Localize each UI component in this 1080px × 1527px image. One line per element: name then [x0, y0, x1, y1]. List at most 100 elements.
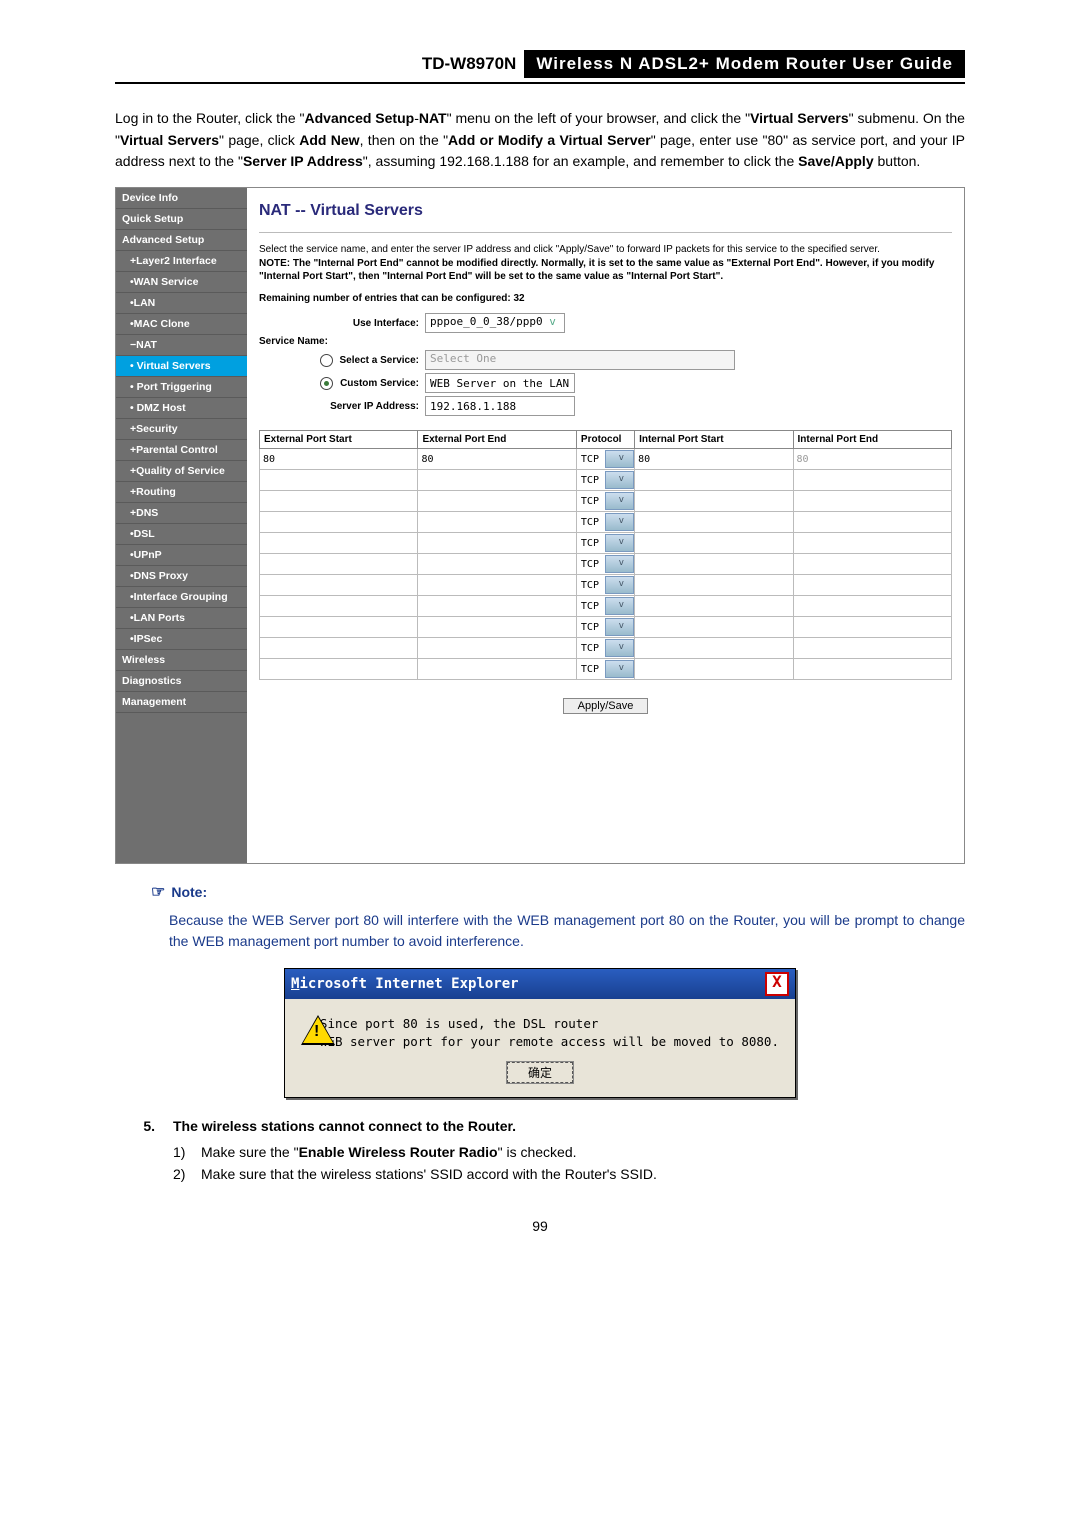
sidebar-item[interactable]: Advanced Setup	[116, 230, 247, 251]
port-input[interactable]	[260, 639, 417, 657]
port-input[interactable]	[635, 639, 792, 657]
server-ip-label: Server IP Address:	[259, 401, 425, 412]
custom-service-input[interactable]	[425, 373, 575, 393]
select-service-dropdown[interactable]: Select One	[425, 350, 735, 370]
sidebar-item[interactable]: •LAN Ports	[116, 608, 247, 629]
protocol-select[interactable]: TCPv	[577, 638, 634, 658]
sidebar-item[interactable]: •MAC Clone	[116, 314, 247, 335]
port-input[interactable]	[260, 534, 417, 552]
port-input[interactable]	[260, 492, 417, 510]
port-input[interactable]	[635, 660, 792, 678]
port-input[interactable]	[794, 534, 951, 552]
sidebar-item[interactable]: Management	[116, 692, 247, 713]
port-input[interactable]	[635, 576, 792, 594]
sidebar-item[interactable]: •LAN	[116, 293, 247, 314]
port-input[interactable]	[794, 660, 951, 678]
chevron-down-icon: v	[605, 492, 635, 510]
sidebar-item[interactable]: +Security	[116, 419, 247, 440]
port-input[interactable]	[260, 513, 417, 531]
sidebar-item[interactable]: •UPnP	[116, 545, 247, 566]
port-input[interactable]	[418, 618, 575, 636]
port-input[interactable]	[418, 513, 575, 531]
sidebar-item[interactable]: +Layer2 Interface	[116, 251, 247, 272]
port-input[interactable]	[635, 492, 792, 510]
protocol-select[interactable]: TCPv	[577, 659, 634, 679]
port-input[interactable]	[794, 471, 951, 489]
sidebar-item[interactable]: Device Info	[116, 188, 247, 209]
sidebar-item[interactable]: •Interface Grouping	[116, 587, 247, 608]
server-ip-input[interactable]	[425, 396, 575, 416]
port-input[interactable]	[635, 597, 792, 615]
port-input[interactable]	[794, 492, 951, 510]
apply-save-button[interactable]: Apply/Save	[563, 698, 649, 714]
sidebar-item[interactable]: • DMZ Host	[116, 398, 247, 419]
port-input[interactable]	[635, 534, 792, 552]
port-input[interactable]	[260, 555, 417, 573]
port-input[interactable]	[794, 555, 951, 573]
chevron-down-icon: v	[605, 471, 635, 489]
panel-title: NAT -- Virtual Servers	[259, 202, 952, 220]
port-input[interactable]	[418, 639, 575, 657]
port-input[interactable]	[418, 492, 575, 510]
protocol-select[interactable]: TCPv	[577, 470, 634, 490]
port-input[interactable]	[635, 618, 792, 636]
custom-service-radio[interactable]	[320, 377, 333, 390]
protocol-select[interactable]: TCPv	[577, 491, 634, 511]
protocol-select[interactable]: TCPv	[577, 575, 634, 595]
port-input[interactable]	[635, 555, 792, 573]
chevron-down-icon: v	[605, 639, 635, 657]
port-input[interactable]	[794, 513, 951, 531]
warning-icon: !	[301, 1015, 306, 1045]
sidebar-item[interactable]: −NAT	[116, 335, 247, 356]
table-header: Internal Port Start	[635, 431, 793, 449]
port-input[interactable]	[794, 597, 951, 615]
port-input[interactable]	[635, 513, 792, 531]
sidebar-item[interactable]: +Quality of Service	[116, 461, 247, 482]
sidebar-item[interactable]: +Parental Control	[116, 440, 247, 461]
protocol-select[interactable]: TCPv	[577, 617, 634, 637]
port-input[interactable]	[260, 660, 417, 678]
sidebar-item[interactable]: • Port Triggering	[116, 377, 247, 398]
protocol-select[interactable]: TCPv	[577, 554, 634, 574]
table-row: TCPv	[260, 617, 952, 638]
port-input[interactable]	[418, 555, 575, 573]
use-interface-select[interactable]: pppoe_0_0_38/ppp0 v	[425, 313, 565, 333]
protocol-select[interactable]: TCPv	[577, 449, 634, 469]
protocol-select[interactable]: TCPv	[577, 533, 634, 553]
sidebar-item[interactable]: Quick Setup	[116, 209, 247, 230]
port-input[interactable]	[260, 597, 417, 615]
sidebar-item[interactable]: •DSL	[116, 524, 247, 545]
sidebar-item[interactable]: +Routing	[116, 482, 247, 503]
protocol-select[interactable]: TCPv	[577, 596, 634, 616]
sidebar-item[interactable]: •IPSec	[116, 629, 247, 650]
sidebar-item[interactable]: • Virtual Servers	[116, 356, 247, 377]
sidebar-item[interactable]: Wireless	[116, 650, 247, 671]
port-input[interactable]	[260, 618, 417, 636]
sidebar-item[interactable]: Diagnostics	[116, 671, 247, 692]
port-input[interactable]	[418, 450, 575, 468]
select-service-radio[interactable]	[320, 354, 333, 367]
port-input[interactable]	[635, 450, 792, 468]
table-row: TCPv	[260, 512, 952, 533]
ie-dialog: MMicrosoft Internet Explorericrosoft Int…	[284, 968, 796, 1098]
port-input[interactable]	[794, 450, 951, 468]
port-input[interactable]	[418, 576, 575, 594]
close-icon[interactable]: X	[765, 972, 789, 996]
sidebar-item[interactable]: •WAN Service	[116, 272, 247, 293]
port-input[interactable]	[418, 597, 575, 615]
port-input[interactable]	[260, 471, 417, 489]
port-input[interactable]	[794, 639, 951, 657]
port-input[interactable]	[418, 471, 575, 489]
port-input[interactable]	[260, 450, 417, 468]
model-number: TD-W8970N	[422, 54, 516, 74]
port-input[interactable]	[794, 618, 951, 636]
port-input[interactable]	[635, 471, 792, 489]
dialog-ok-button[interactable]: 确定	[507, 1062, 573, 1083]
port-input[interactable]	[418, 534, 575, 552]
sidebar-item[interactable]: +DNS	[116, 503, 247, 524]
sidebar-item[interactable]: •DNS Proxy	[116, 566, 247, 587]
protocol-select[interactable]: TCPv	[577, 512, 634, 532]
port-input[interactable]	[260, 576, 417, 594]
port-input[interactable]	[794, 576, 951, 594]
port-input[interactable]	[418, 660, 575, 678]
